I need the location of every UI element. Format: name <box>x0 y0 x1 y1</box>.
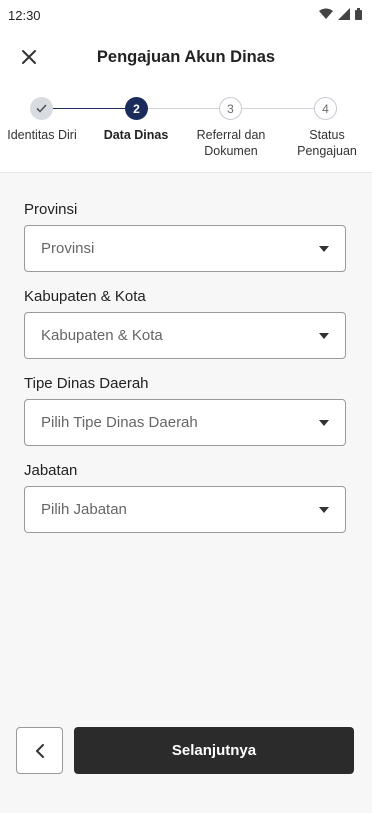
form-area: Provinsi Provinsi Kabupaten & Kota Kabup… <box>0 173 372 813</box>
jabatan-placeholder: Pilih Jabatan <box>41 501 127 518</box>
next-button[interactable]: Selanjutnya <box>74 727 354 774</box>
step-4-indicator: 4 <box>314 97 337 120</box>
step-4-label: Status Pengajuan <box>277 127 372 159</box>
battery-icon <box>355 8 362 20</box>
provinsi-placeholder: Provinsi <box>41 240 95 257</box>
step-connector-3 <box>242 108 314 109</box>
step-connector-2 <box>148 108 219 109</box>
step-3-label-line2: Dokumen <box>204 144 258 158</box>
chevron-down-icon <box>319 246 329 252</box>
step-2-indicator: 2 <box>125 97 148 120</box>
page-title: Pengajuan Akun Dinas <box>96 48 276 66</box>
check-icon <box>36 104 47 113</box>
step-4-label-line1: Status <box>309 128 345 142</box>
step-1-label: Identitas Diri <box>7 128 77 142</box>
status-icons <box>319 8 362 20</box>
chevron-down-icon <box>319 420 329 426</box>
kabupaten-kota-select[interactable]: Kabupaten & Kota <box>24 312 346 359</box>
chevron-left-icon <box>35 743 44 758</box>
tipe-dinas-daerah-placeholder: Pilih Tipe Dinas Daerah <box>41 414 198 431</box>
provinsi-select[interactable]: Provinsi <box>24 225 346 272</box>
step-4-label-line2: Pengajuan <box>297 144 357 158</box>
jabatan-label: Jabatan <box>24 462 78 479</box>
step-3-label: Referral dan Dokumen <box>181 127 281 159</box>
step-1-indicator <box>30 97 53 120</box>
signal-icon <box>338 8 350 20</box>
tipe-dinas-daerah-label: Tipe Dinas Daerah <box>24 375 149 392</box>
app-header: Pengajuan Akun Dinas <box>0 30 372 85</box>
tipe-dinas-daerah-select[interactable]: Pilih Tipe Dinas Daerah <box>24 399 346 446</box>
status-time: 12:30 <box>8 8 41 23</box>
provinsi-label: Provinsi <box>24 201 78 218</box>
chevron-down-icon <box>319 507 329 513</box>
progress-stepper: 2 3 4 Identitas Diri Data Dinas Referral… <box>0 85 372 173</box>
chevron-down-icon <box>319 333 329 339</box>
status-bar: 12:30 <box>0 0 372 30</box>
step-3-indicator: 3 <box>219 97 242 120</box>
wifi-icon <box>319 8 333 19</box>
step-3-label-line1: Referral dan <box>196 128 266 142</box>
step-connector-1 <box>52 108 125 109</box>
kabupaten-kota-placeholder: Kabupaten & Kota <box>41 327 163 344</box>
kabupaten-kota-label: Kabupaten & Kota <box>24 288 146 305</box>
jabatan-select[interactable]: Pilih Jabatan <box>24 486 346 533</box>
back-button[interactable] <box>16 727 63 774</box>
step-2-label: Data Dinas <box>103 128 169 142</box>
